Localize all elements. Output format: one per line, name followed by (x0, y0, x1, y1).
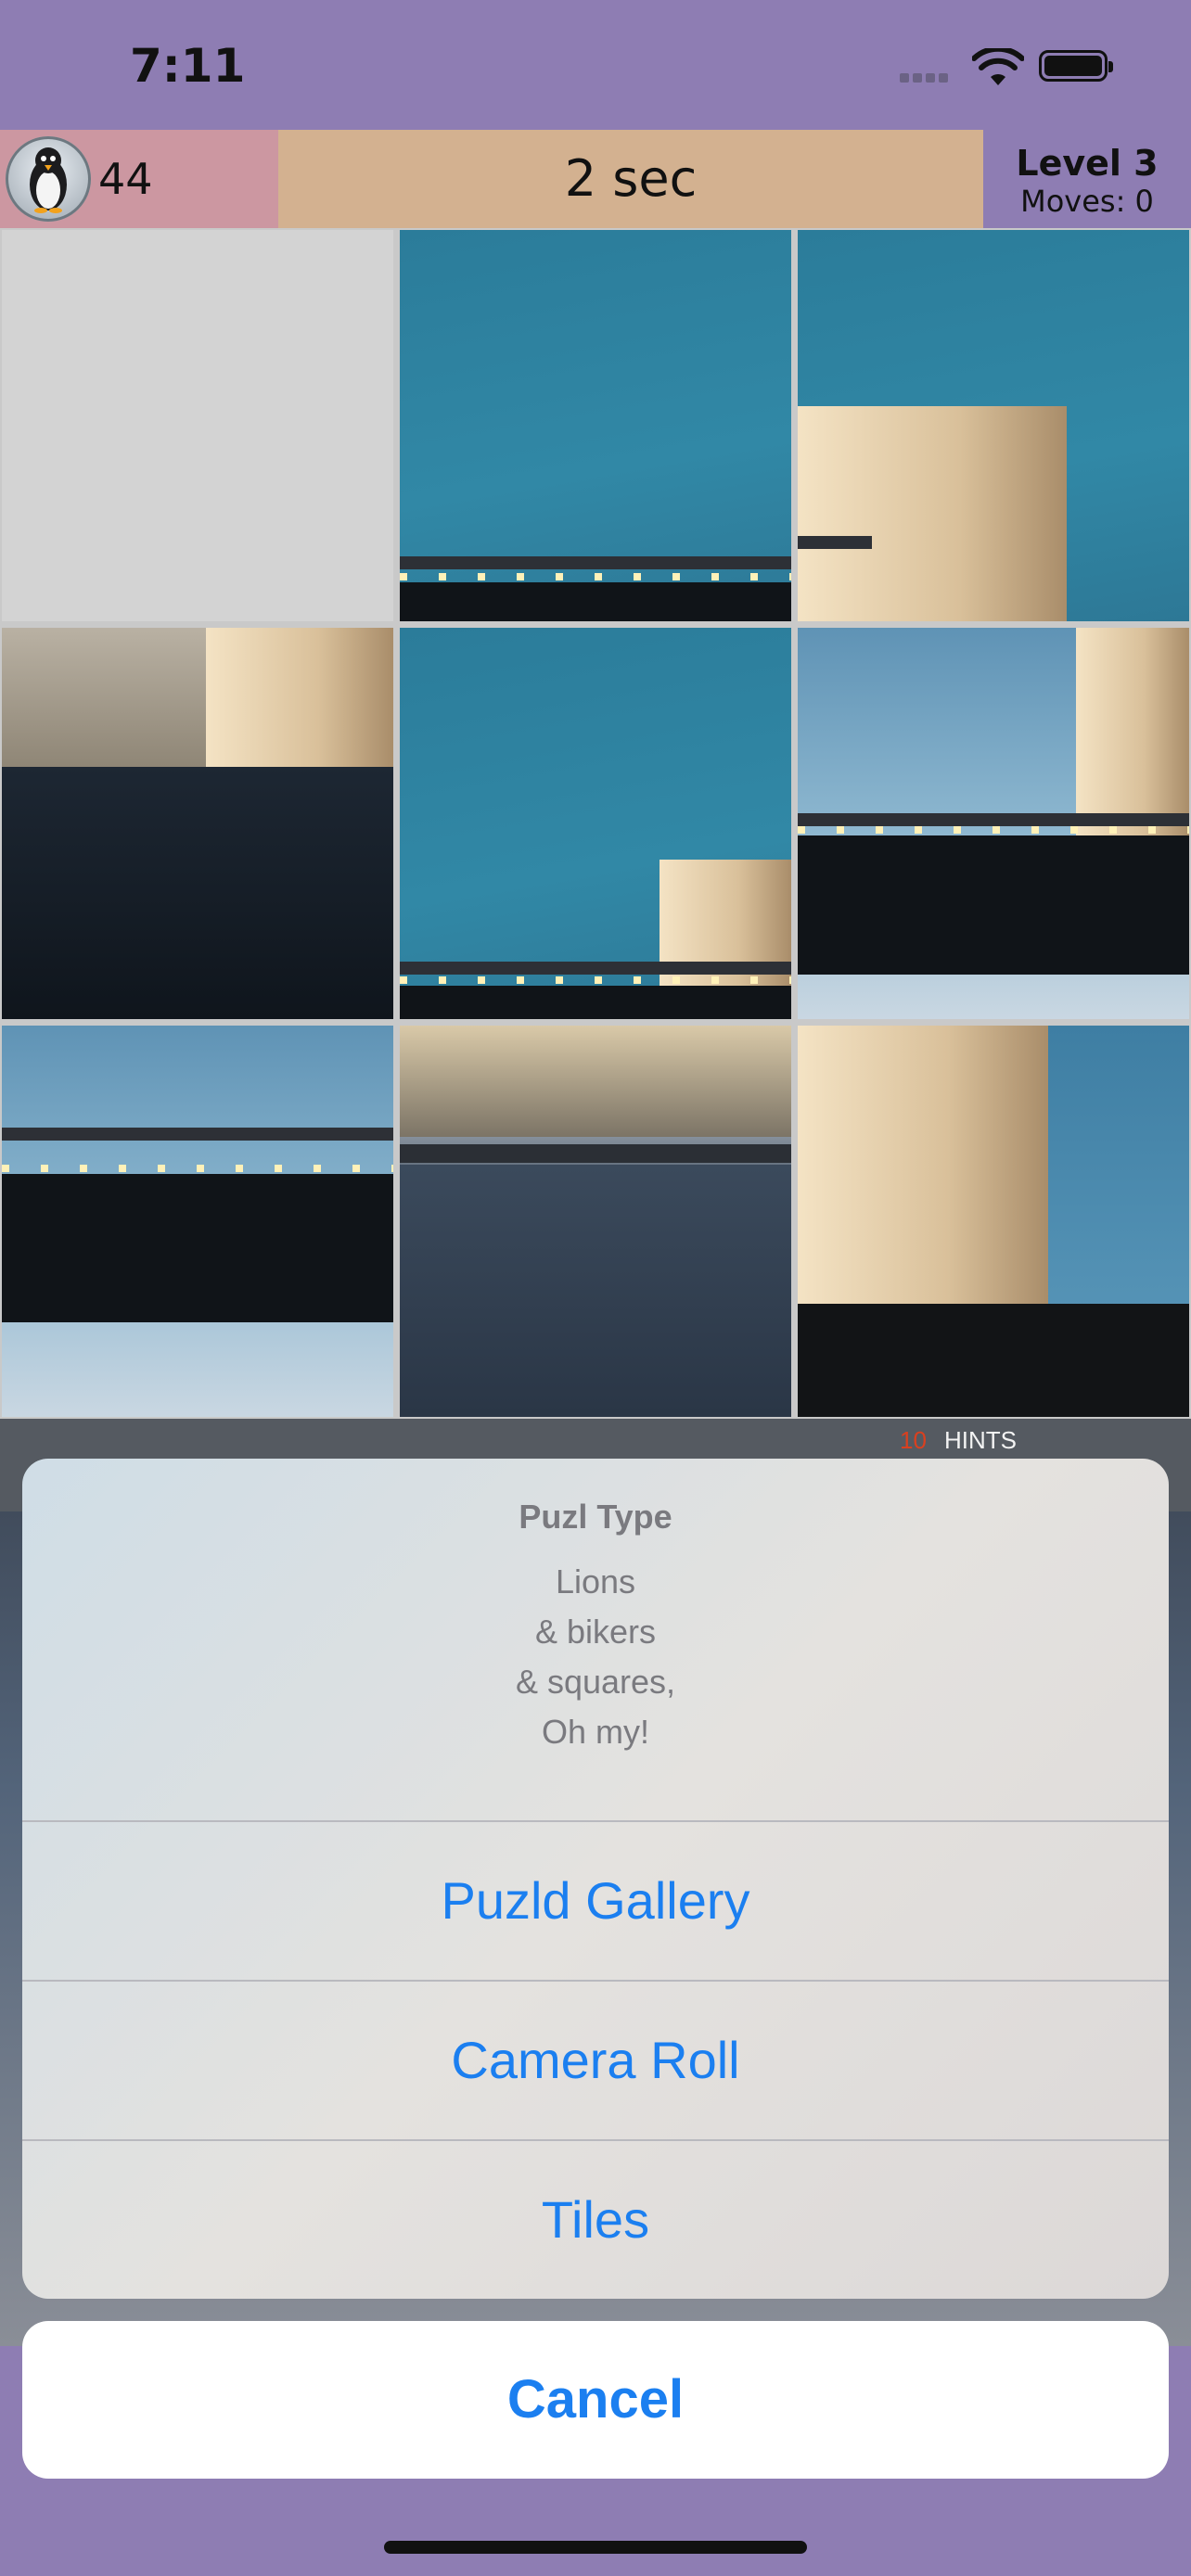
cancel-button[interactable]: Cancel (22, 2321, 1169, 2479)
action-sheet-title: Puzl Type (519, 1498, 672, 1536)
puzzle-tile[interactable] (798, 1026, 1189, 1417)
penguin-avatar[interactable] (6, 136, 91, 222)
tiles-button[interactable]: Tiles (22, 2141, 1169, 2299)
status-time: 7:11 (130, 39, 246, 93)
moves-label: Moves: 0 (1020, 184, 1154, 219)
wifi-icon (972, 48, 1024, 85)
message-line: & bikers (534, 1613, 657, 1651)
puzzle-tile[interactable] (798, 628, 1189, 1019)
puzzle-tile[interactable] (2, 1026, 393, 1417)
score-value: 44 (98, 154, 153, 204)
puzzle-tile-empty[interactable] (2, 230, 393, 621)
hints-button[interactable]: HINTS (944, 1426, 1017, 1455)
level-label: Level 3 (1016, 143, 1159, 184)
level-panel: Level 3 Moves: 0 (983, 130, 1191, 228)
puzzle-tile[interactable] (400, 628, 791, 1019)
message-line: Oh my! (541, 1713, 649, 1751)
message-line: Lions (555, 1562, 636, 1600)
status-bar: 7:11 (0, 0, 1191, 130)
puzzle-grid (0, 228, 1191, 1419)
puzld-gallery-button[interactable]: Puzld Gallery (22, 1822, 1169, 1980)
penguin-icon (30, 147, 67, 213)
game-header: 44 2 sec Level 3 Moves: 0 (0, 130, 1191, 228)
puzzle-tile[interactable] (400, 1026, 791, 1417)
hint-count: 10 (900, 1426, 927, 1454)
action-sheet-message: Lions & bikers & squares, Oh my! (22, 1557, 1169, 1757)
puzzle-tile[interactable] (400, 230, 791, 621)
home-indicator[interactable] (384, 2541, 807, 2554)
puzzle-tile[interactable] (2, 628, 393, 1019)
score-panel: 44 (0, 130, 278, 228)
timer-panel: 2 sec (278, 130, 983, 228)
battery-icon (1039, 50, 1113, 82)
camera-roll-button[interactable]: Camera Roll (22, 1982, 1169, 2139)
message-line: & squares, (515, 1663, 676, 1701)
action-sheet: Puzl Type Lions & bikers & squares, Oh m… (22, 1459, 1169, 2299)
timer-value: 2 sec (564, 149, 698, 208)
cellular-icon (900, 70, 952, 87)
puzzle-tile[interactable] (798, 230, 1189, 621)
